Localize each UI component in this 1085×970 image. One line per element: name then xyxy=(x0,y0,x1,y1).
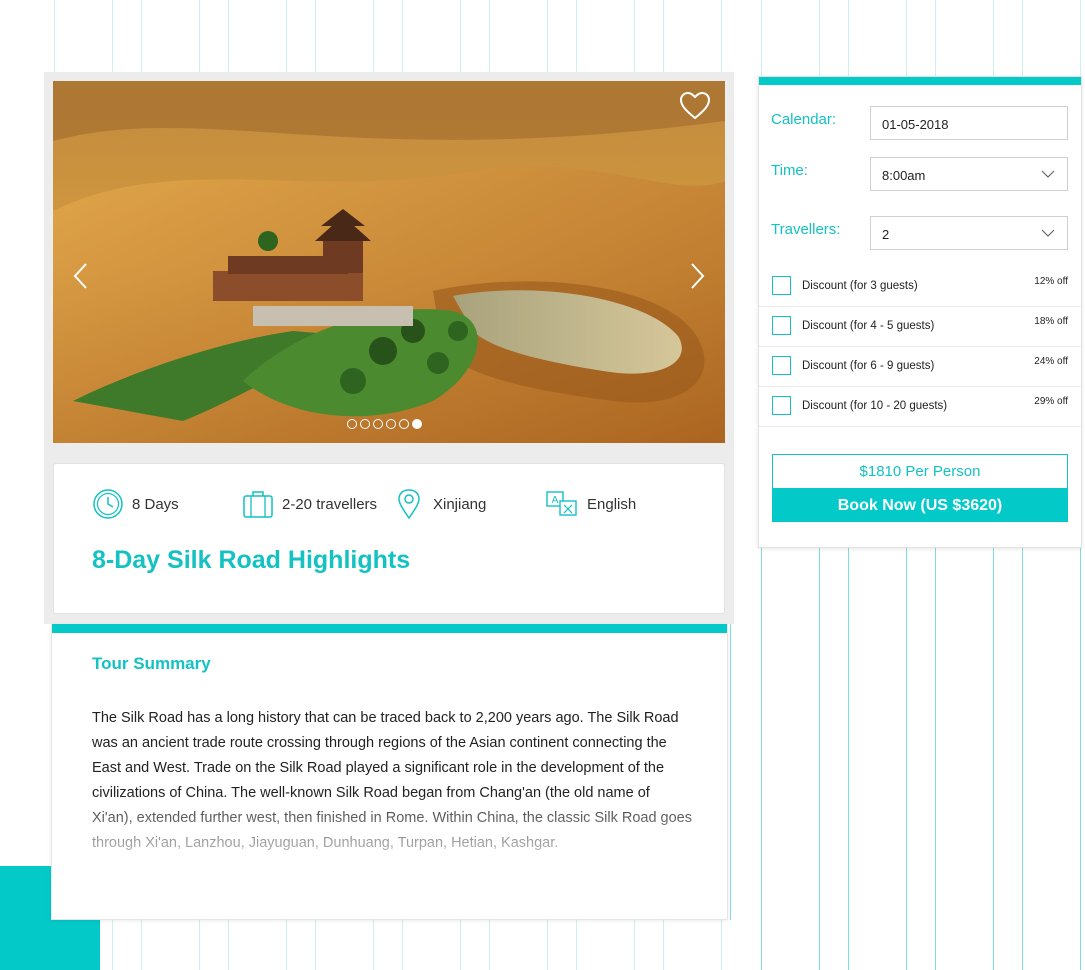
chevron-down-icon xyxy=(1041,229,1055,237)
carousel-dots xyxy=(347,419,422,429)
discount-percent: 18% off xyxy=(1034,316,1068,327)
carousel-next-arrow-icon[interactable] xyxy=(687,261,707,291)
discount-checkbox[interactable] xyxy=(772,316,791,335)
travellers-select[interactable]: 2 xyxy=(870,216,1068,250)
summary-accent-bar xyxy=(52,624,727,633)
travellers-value: 2 xyxy=(882,227,890,242)
calendar-value: 01-05-2018 xyxy=(882,117,949,132)
discount-row: Discount (for 4 - 5 guests) 18% off xyxy=(759,307,1081,347)
translate-icon: A xyxy=(546,491,577,516)
discount-row: Discount (for 3 guests) 12% off xyxy=(759,267,1081,307)
price-per-person-button[interactable]: $1810 Per Person xyxy=(772,454,1068,489)
tour-summary-card: Tour Summary The Silk Road has a long hi… xyxy=(51,624,728,920)
group-size-meta: 2-20 travellers xyxy=(242,489,397,519)
discount-label: Discount (for 6 - 9 guests) xyxy=(802,360,935,372)
discount-checkbox[interactable] xyxy=(772,356,791,375)
tour-photo xyxy=(53,81,725,443)
language-meta: A English xyxy=(545,490,636,518)
location-meta: Xinjiang xyxy=(397,488,545,520)
booking-accent-bar xyxy=(759,77,1081,85)
tour-meta-row: 8 Days 2-20 travellers Xinjiang A Englis… xyxy=(92,484,704,524)
discount-label: Discount (for 4 - 5 guests) xyxy=(802,320,935,332)
time-select[interactable]: 8:00am xyxy=(870,157,1068,191)
carousel-prev-arrow-icon[interactable] xyxy=(71,261,91,291)
calendar-field[interactable]: 01-05-2018 xyxy=(870,106,1068,140)
duration-text: 8 Days xyxy=(132,495,179,513)
svg-text:A: A xyxy=(552,495,559,506)
summary-fade-overlay xyxy=(52,794,727,919)
summary-heading: Tour Summary xyxy=(92,654,211,673)
time-value: 8:00am xyxy=(882,168,926,183)
location-text: Xinjiang xyxy=(433,495,487,513)
carousel-dot[interactable] xyxy=(373,419,383,429)
discount-percent: 12% off xyxy=(1034,276,1068,287)
carousel-dot[interactable] xyxy=(347,419,357,429)
chevron-down-icon xyxy=(1041,170,1055,178)
calendar-label: Calendar: xyxy=(771,111,837,128)
time-label: Time: xyxy=(771,162,808,179)
book-now-button[interactable]: Book Now (US $3620) xyxy=(772,489,1068,522)
discount-percent: 24% off xyxy=(1034,356,1068,367)
tour-photo-carousel[interactable] xyxy=(53,81,725,443)
travellers-label: Travellers: xyxy=(771,221,841,238)
discount-label: Discount (for 10 - 20 guests) xyxy=(802,400,948,412)
tour-title: 8-Day Silk Road Highlights xyxy=(92,546,411,574)
carousel-dot-active[interactable] xyxy=(412,419,422,429)
favorite-heart-icon[interactable] xyxy=(679,91,711,121)
tour-info-card: 8 Days 2-20 travellers Xinjiang A Englis… xyxy=(53,463,725,614)
language-text: English xyxy=(587,495,637,513)
suitcase-icon xyxy=(243,491,273,518)
carousel-dot[interactable] xyxy=(386,419,396,429)
discount-checkbox[interactable] xyxy=(772,276,791,295)
discount-percent: 29% off xyxy=(1034,396,1068,407)
clock-icon xyxy=(93,489,123,519)
discount-row: Discount (for 6 - 9 guests) 24% off xyxy=(759,347,1081,387)
duration-meta: 8 Days xyxy=(92,488,242,520)
group-size-text: 2-20 travellers xyxy=(282,495,378,513)
booking-panel: Calendar: 01-05-2018 Time: 8:00am Travel… xyxy=(758,76,1082,548)
carousel-dot[interactable] xyxy=(399,419,409,429)
carousel-dot[interactable] xyxy=(360,419,370,429)
discount-checkbox[interactable] xyxy=(772,396,791,415)
discount-label: Discount (for 3 guests) xyxy=(802,280,918,292)
map-pin-icon xyxy=(398,489,420,520)
discount-row: Discount (for 10 - 20 guests) 29% off xyxy=(759,387,1081,427)
